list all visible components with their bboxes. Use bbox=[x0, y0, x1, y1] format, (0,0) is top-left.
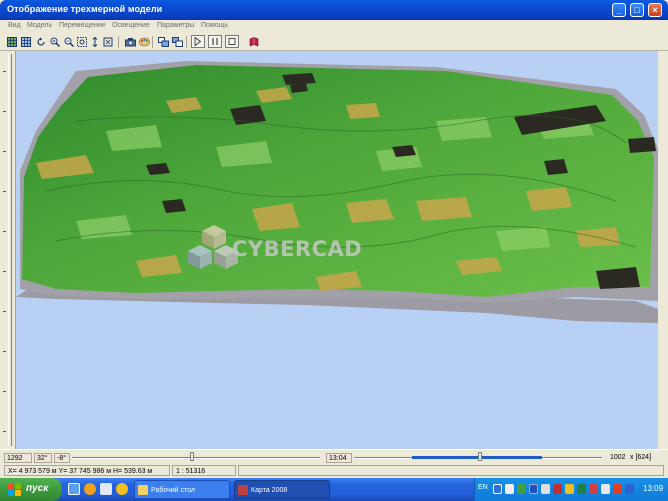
system-tray: EN 13:09 bbox=[474, 478, 668, 501]
menu-params[interactable]: Параметры bbox=[157, 22, 194, 29]
right-frame bbox=[658, 51, 668, 449]
pointer-icon[interactable] bbox=[191, 35, 205, 48]
minimize-button[interactable]: _ bbox=[612, 3, 626, 17]
tray-printer-icon[interactable] bbox=[541, 484, 550, 494]
window-title: Отображение трехмерной модели bbox=[7, 4, 163, 14]
time-value: 13:04 bbox=[326, 453, 352, 463]
coordinates-readout: X= 4 973 579 м Y= 37 745 986 м H= 539.63… bbox=[4, 465, 170, 476]
tray-arrow-icon[interactable] bbox=[493, 484, 502, 494]
tray-network-icon[interactable] bbox=[505, 484, 514, 494]
task-map[interactable]: Карта 2008 bbox=[234, 480, 330, 499]
fit-vertical-icon[interactable] bbox=[89, 35, 101, 48]
fit-icon[interactable] bbox=[102, 35, 114, 48]
task-map-label: Карта 2008 bbox=[251, 487, 288, 494]
status-bar: 1292 32° -8° 13:04 1002 x [624] X= 4 973… bbox=[0, 449, 668, 478]
time-slider-range bbox=[412, 456, 542, 459]
media-icon[interactable] bbox=[84, 483, 96, 495]
menu-lighting[interactable]: Освещение bbox=[112, 22, 150, 29]
tray-alert-icon[interactable] bbox=[613, 484, 622, 494]
layers-icon[interactable] bbox=[157, 35, 169, 48]
layers-alt-icon[interactable] bbox=[171, 35, 183, 48]
menu-bar: Вид Модель Перемещение Освещение Парамет… bbox=[0, 20, 668, 33]
toolbar-separator bbox=[118, 36, 119, 48]
palette-icon[interactable] bbox=[138, 35, 150, 48]
tray-connection-icon[interactable] bbox=[577, 484, 586, 494]
task-desktop[interactable]: Рабочий стол bbox=[134, 480, 230, 499]
grid-icon[interactable] bbox=[6, 35, 18, 48]
zoom-window-icon[interactable] bbox=[76, 35, 88, 48]
tilt-value: 1292 bbox=[4, 453, 32, 463]
tray-volume-icon[interactable] bbox=[601, 484, 610, 494]
taskbar: пуск Рабочий стол Карта 2008 EN 13:09 bbox=[0, 478, 668, 501]
start-label: пуск bbox=[26, 483, 49, 494]
tray-bluetooth-icon[interactable] bbox=[625, 484, 634, 494]
tray-security-icon[interactable] bbox=[553, 484, 562, 494]
tilt-slider-panel bbox=[0, 51, 16, 449]
tray-battery-icon[interactable] bbox=[565, 484, 574, 494]
windows-logo-icon bbox=[8, 483, 21, 496]
maximize-button[interactable]: □ bbox=[630, 3, 644, 17]
watermark-text: CYBERCAD bbox=[232, 237, 363, 261]
map-app-icon bbox=[238, 485, 248, 495]
tray-antivirus-icon[interactable] bbox=[517, 484, 526, 494]
size-unit: x [624] bbox=[630, 454, 652, 461]
scale-readout: 1 : 51316 bbox=[172, 465, 236, 476]
tray-update-icon[interactable] bbox=[529, 484, 538, 494]
clock[interactable]: 13:09 bbox=[643, 484, 663, 493]
tray-shield-icon[interactable] bbox=[589, 484, 598, 494]
toolbar-separator bbox=[152, 36, 153, 48]
rotate-icon[interactable] bbox=[35, 35, 47, 48]
camera-icon[interactable] bbox=[124, 35, 136, 48]
terrain-viewport[interactable]: CYBERCAD bbox=[16, 51, 658, 449]
zoom-out-icon[interactable] bbox=[63, 35, 75, 48]
time-slider-thumb[interactable] bbox=[478, 452, 482, 461]
stop-icon[interactable] bbox=[225, 35, 239, 48]
tilt-slider[interactable] bbox=[8, 54, 12, 446]
folder-icon bbox=[138, 485, 148, 495]
rotation-value: -8° bbox=[54, 453, 70, 463]
zoom-in-icon[interactable] bbox=[49, 35, 61, 48]
rotation-slider-track[interactable] bbox=[72, 457, 320, 459]
menu-move[interactable]: Перемещение bbox=[59, 22, 106, 29]
pause-icon[interactable] bbox=[208, 35, 222, 48]
menu-view[interactable]: Вид bbox=[8, 22, 21, 29]
desktop-icon[interactable] bbox=[100, 483, 112, 495]
ie-icon[interactable] bbox=[68, 483, 80, 495]
toolbar bbox=[0, 33, 668, 51]
start-button[interactable]: пуск bbox=[0, 478, 62, 501]
close-button[interactable]: × bbox=[648, 3, 662, 17]
menu-model[interactable]: Модель bbox=[27, 22, 52, 29]
language-indicator[interactable]: EN bbox=[478, 484, 488, 491]
messenger-icon[interactable] bbox=[116, 483, 128, 495]
rotation-slider-thumb[interactable] bbox=[190, 452, 194, 461]
status-empty-pane bbox=[238, 465, 664, 476]
grid-alt-icon[interactable] bbox=[20, 35, 32, 48]
title-bar[interactable]: Отображение трехмерной модели _ □ × bbox=[0, 0, 668, 20]
toolbar-separator bbox=[186, 36, 187, 48]
app-window: Отображение трехмерной модели _ □ × Вид … bbox=[0, 0, 668, 478]
book-icon[interactable] bbox=[248, 35, 260, 48]
size-value: 1002 bbox=[610, 454, 626, 461]
task-desktop-label: Рабочий стол bbox=[151, 487, 195, 494]
menu-help[interactable]: Помощь bbox=[201, 22, 228, 29]
angle-value: 32° bbox=[34, 453, 52, 463]
